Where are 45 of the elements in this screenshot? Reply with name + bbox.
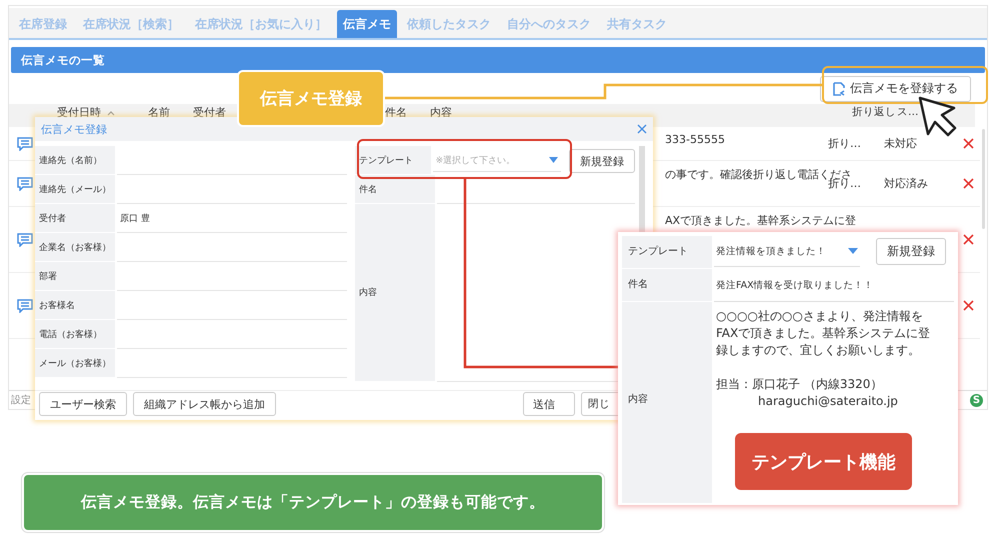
callout-label: 伝言メモ登録 <box>237 70 385 127</box>
field-label: メール（お客様） <box>35 349 115 378</box>
field-label: お客様名 <box>35 291 115 320</box>
new-template-button[interactable]: 新規登録 <box>876 238 946 265</box>
field-label: 内容 <box>355 204 435 382</box>
input-field[interactable]: 原口 豊 <box>117 204 347 233</box>
column-header[interactable]: 名前 <box>148 105 170 120</box>
list-header: 伝言メモの一覧 <box>11 47 985 73</box>
field-label: テンプレート <box>355 146 431 175</box>
new-template-button[interactable]: 新規登録 <box>569 149 635 173</box>
column-header[interactable]: 受付者 <box>193 105 226 120</box>
text-line: ○○○○社の○○さまより、発注情報をFAXで頂きました。基幹系システムに登録しますので、宜しくお願いします。 <box>716 308 932 359</box>
callout-label: テンプレート機能 <box>735 433 912 490</box>
dialog-button[interactable]: 組織アドレス帳から追加 <box>133 392 276 416</box>
column-header[interactable]: 折り返し <box>852 105 896 119</box>
register-memo-button[interactable]: 伝言メモを登録する <box>820 76 971 102</box>
field-label: 企業名（お客様） <box>35 233 115 262</box>
table-cell: 対応済み <box>884 177 928 190</box>
caption-banner: 伝言メモ登録。伝言メモは「テンプレート」の登録も可能です。 <box>22 473 604 532</box>
dialog-title: 伝言メモ登録 <box>41 122 107 136</box>
column-header[interactable]: 件名 <box>385 105 407 120</box>
table-cell: AXで頂きました。基幹系システムに登 <box>665 214 856 227</box>
field-label: 部署 <box>35 262 115 291</box>
field-label: 件名 <box>622 269 712 302</box>
field-label: 電話（お客様） <box>35 320 115 349</box>
field-label: 受付者 <box>35 204 115 233</box>
column-header[interactable]: 受付日時 <box>57 105 148 120</box>
column-header[interactable]: 内容 <box>430 105 452 120</box>
template-select[interactable]: 発注情報を頂きました！ <box>714 236 860 267</box>
field-label: 連絡先（メール） <box>35 175 115 204</box>
dialog-button[interactable]: ユーザー検索 <box>39 392 127 416</box>
field-label: 件名 <box>355 175 435 204</box>
column-header[interactable]: ス… <box>897 105 918 119</box>
text-area[interactable]: ○○○○社の○○さまより、発注情報をFAXで頂きました。基幹系システムに登録しますので、宜しくお願いします。 担当：原口花子 （内線3320） haraguchi@sateraito.jp <box>714 302 942 414</box>
settings-label[interactable]: 設定 <box>10 393 32 407</box>
field-label: 連絡先（名前） <box>35 146 115 175</box>
table-cell: 333-55555 <box>665 133 725 146</box>
input-field[interactable]: 発注FAX情報を受け取りました！！ <box>714 269 954 302</box>
table-cell: 折り… <box>828 137 861 150</box>
text-line: 担当：原口花子 （内線3320） <box>716 376 884 393</box>
text-line: haraguchi@sateraito.jp <box>757 393 899 410</box>
field-label: テンプレート <box>622 236 712 269</box>
table-cell: 未対応 <box>884 137 917 150</box>
dialog-button[interactable]: 送信 <box>523 392 575 416</box>
field-label: 内容 <box>622 302 712 504</box>
